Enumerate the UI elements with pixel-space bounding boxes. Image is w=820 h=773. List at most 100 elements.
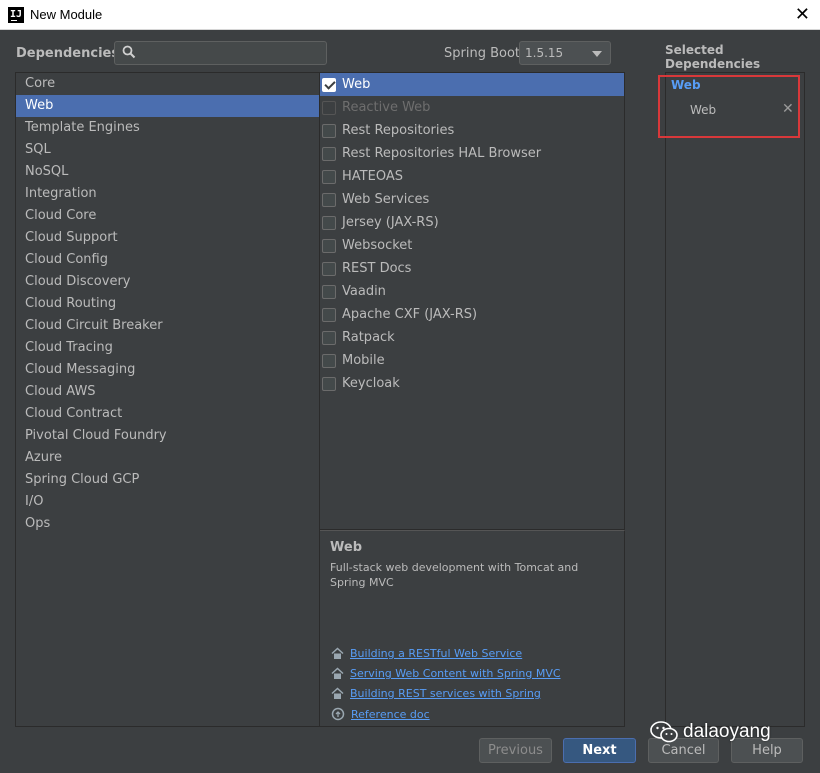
dependency-item[interactable]: Apache CXF (JAX-RS) [320,303,624,326]
category-item-ops[interactable]: Ops [16,513,319,535]
description-text: Full-stack web development with Tomcat a… [330,561,579,589]
checkbox-unchecked[interactable] [322,330,336,345]
dependency-item[interactable]: Web [320,73,624,96]
category-item-cloud-tracing[interactable]: Cloud Tracing [16,337,319,359]
guide-link-row[interactable]: Building REST services with Spring [331,687,541,700]
dependency-label: Jersey (JAX-RS) [342,215,439,230]
dependency-item[interactable]: Vaadin [320,280,624,303]
checkbox-unchecked[interactable] [322,215,336,230]
dependency-item[interactable]: Mobile [320,349,624,372]
dependency-label: Reactive Web [342,100,431,115]
category-item-core[interactable]: Core [16,73,319,95]
dependency-label: Rest Repositories [342,123,455,138]
category-item-template-engines[interactable]: Template Engines [16,117,319,139]
guide-link[interactable]: Building a RESTful Web Service [350,647,522,660]
category-item-pivotal-cloud-foundry[interactable]: Pivotal Cloud Foundry [16,425,319,447]
reference-doc-icon [331,707,345,721]
selected-dependencies-panel: Web Web ✕ [665,72,805,727]
description-panel: Web Full-stack web development with Tomc… [320,530,625,727]
spring-boot-version-value: 1.5.15 [525,46,564,60]
selected-dependencies-label: Selected Dependencies [665,43,761,71]
dependency-label: Rest Repositories HAL Browser [342,146,542,161]
watermark-text: dalaoyang [683,721,771,742]
checkbox-unchecked[interactable] [322,123,336,138]
title-bar: IJ New Module ✕ [0,0,820,30]
checkbox-checked[interactable] [322,77,336,92]
checkbox-unchecked[interactable] [322,261,336,276]
dependency-label: Web Services [342,192,430,207]
dependency-label: Web [342,77,371,92]
chevron-down-icon [592,51,602,57]
category-item-cloud-support[interactable]: Cloud Support [16,227,319,249]
category-item-cloud-aws[interactable]: Cloud AWS [16,381,319,403]
category-item-nosql[interactable]: NoSQL [16,161,319,183]
dependency-item[interactable]: REST Docs [320,257,624,280]
category-item-sql[interactable]: SQL [16,139,319,161]
dependency-label: Vaadin [342,284,386,299]
dependencies-label: Dependencies [16,46,120,61]
category-item-cloud-contract[interactable]: Cloud Contract [16,403,319,425]
checkbox-unchecked[interactable] [322,307,336,322]
home-icon [331,667,344,679]
spring-boot-version-select[interactable]: 1.5.15 [519,41,611,65]
category-item-cloud-routing[interactable]: Cloud Routing [16,293,319,315]
description-title: Web [330,540,362,555]
guide-link-row[interactable]: Building a RESTful Web Service [331,647,522,660]
dependency-list: Web Reactive Web Rest Repositories Rest Rep… [320,72,625,530]
search-icon [122,45,136,59]
checkbox-unchecked[interactable] [322,146,336,161]
category-item-integration[interactable]: Integration [16,183,319,205]
dependency-item: Reactive Web [320,96,624,119]
checkbox-unchecked[interactable] [322,284,336,299]
dependency-item[interactable]: Web Services [320,188,624,211]
dependency-item[interactable]: Rest Repositories HAL Browser [320,142,624,165]
checkbox-unchecked[interactable] [322,169,336,184]
dependency-item[interactable]: Jersey (JAX-RS) [320,211,624,234]
window-title: New Module [30,7,103,22]
checkbox-unchecked [322,100,336,115]
home-icon [331,647,344,659]
dependency-label: HATEOAS [342,169,403,184]
category-item-cloud-messaging[interactable]: Cloud Messaging [16,359,319,381]
next-button[interactable]: Next [563,738,636,763]
checkbox-unchecked[interactable] [322,238,336,253]
previous-button[interactable]: Previous [479,738,552,763]
home-icon [331,687,344,699]
dependency-label: Ratpack [342,330,395,345]
checkbox-unchecked[interactable] [322,192,336,207]
checkbox-unchecked[interactable] [322,353,336,368]
category-item-azure[interactable]: Azure [16,447,319,469]
category-item-cloud-core[interactable]: Cloud Core [16,205,319,227]
reference-doc-link[interactable]: Reference doc [351,708,430,721]
category-item-spring-cloud-gcp[interactable]: Spring Cloud GCP [16,469,319,491]
dependency-label: Keycloak [342,376,400,391]
reference-doc-row[interactable]: Reference doc [331,707,430,721]
highlight-annotation-box [658,75,800,138]
guide-link[interactable]: Building REST services with Spring [350,687,541,700]
dependency-label: Apache CXF (JAX-RS) [342,307,478,322]
dependency-label: Websocket [342,238,413,253]
intellij-app-icon: IJ [8,6,24,23]
wechat-logo-icon [650,721,678,743]
close-icon[interactable]: ✕ [795,4,810,25]
spring-boot-label: Spring Boot [444,46,521,61]
dependency-item[interactable]: Ratpack [320,326,624,349]
checkbox-unchecked[interactable] [322,376,336,391]
dependency-label: Mobile [342,353,385,368]
guide-link-row[interactable]: Serving Web Content with Spring MVC [331,667,561,680]
category-item-cloud-discovery[interactable]: Cloud Discovery [16,271,319,293]
dependency-item[interactable]: HATEOAS [320,165,624,188]
dependency-label: REST Docs [342,261,412,276]
dependency-item[interactable]: Websocket [320,234,624,257]
category-item-cloud-config[interactable]: Cloud Config [16,249,319,271]
wechat-watermark: dalaoyang [650,720,771,744]
category-list: Core Web Template Engines SQL NoSQL Integrati… [15,72,320,727]
dependency-item[interactable]: Rest Repositories [320,119,624,142]
category-item-web[interactable]: Web [16,95,319,117]
category-item-i-o[interactable]: I/O [16,491,319,513]
search-input[interactable] [143,44,323,62]
guide-link[interactable]: Serving Web Content with Spring MVC [350,667,561,680]
dependency-item[interactable]: Keycloak [320,372,624,395]
category-item-cloud-circuit-breaker[interactable]: Cloud Circuit Breaker [16,315,319,337]
search-field[interactable] [114,41,327,65]
